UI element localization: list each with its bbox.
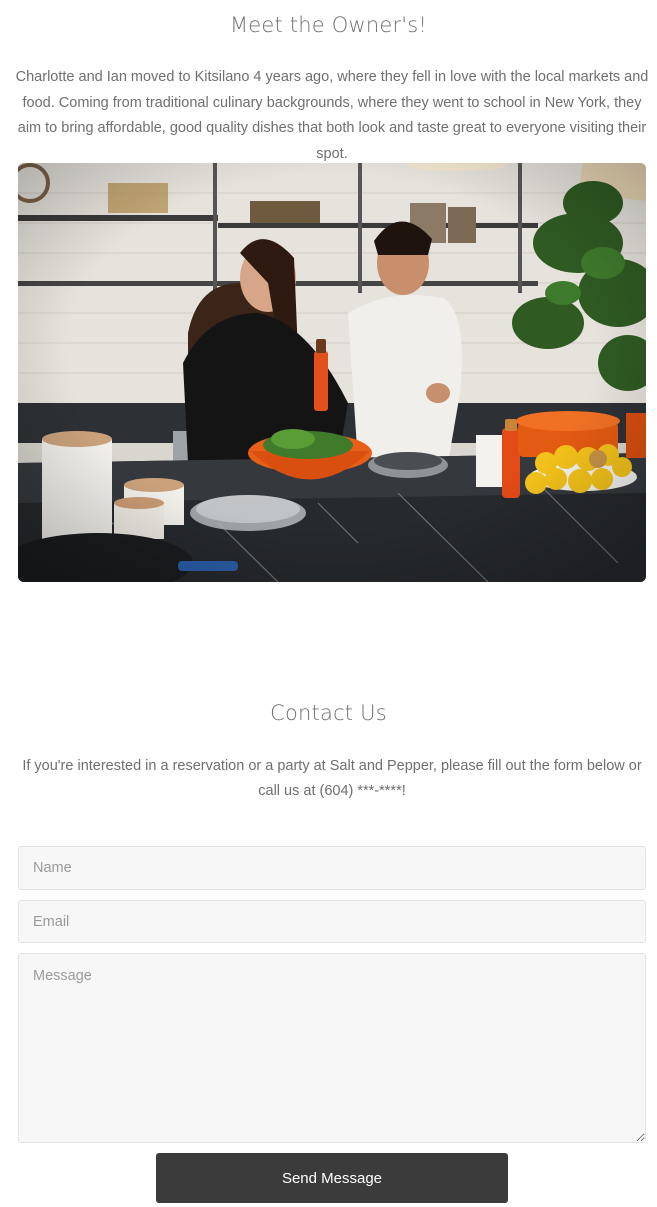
owners-kitchen-photo [18, 163, 646, 582]
contact-title: Contact Us [270, 701, 387, 725]
send-message-button[interactable]: Send Message [156, 1153, 508, 1203]
owners-description: Charlotte and Ian moved to Kitsilano 4 y… [15, 69, 649, 162]
email-field[interactable] [18, 900, 646, 943]
message-field[interactable] [18, 953, 646, 1143]
owners-title: Meet the Owner's! [229, 13, 428, 37]
contact-description: If you're interested in a reservation or… [22, 758, 642, 799]
name-field[interactable] [18, 846, 646, 890]
